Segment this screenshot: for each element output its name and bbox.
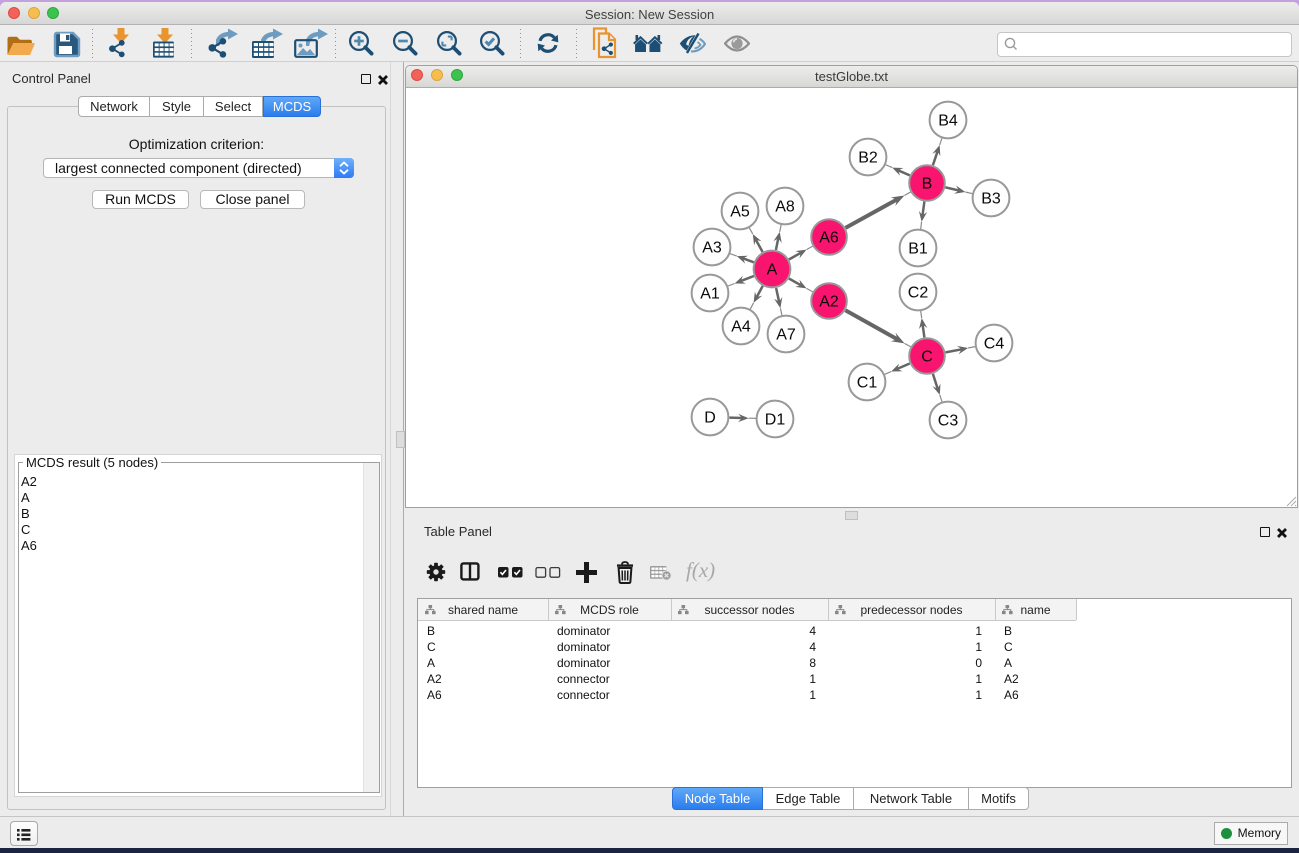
svg-text:A1: A1	[700, 286, 720, 303]
svg-text:C1: C1	[857, 375, 878, 392]
svg-text:B: B	[922, 176, 933, 193]
svg-text:C3: C3	[938, 413, 959, 430]
svg-text:D: D	[704, 410, 716, 427]
svg-text:A: A	[767, 262, 778, 279]
svg-text:C4: C4	[984, 336, 1005, 353]
svg-text:C: C	[921, 349, 933, 366]
svg-text:B3: B3	[981, 191, 1001, 208]
svg-text:B2: B2	[858, 150, 878, 167]
svg-text:B1: B1	[908, 241, 928, 258]
svg-text:A3: A3	[702, 240, 722, 257]
svg-text:D1: D1	[765, 412, 786, 429]
svg-text:A6: A6	[819, 230, 839, 247]
svg-text:A8: A8	[775, 199, 795, 216]
svg-text:A7: A7	[776, 327, 796, 344]
svg-text:A2: A2	[819, 294, 839, 311]
svg-text:C2: C2	[908, 285, 929, 302]
svg-text:B4: B4	[938, 113, 958, 130]
svg-text:A4: A4	[731, 319, 751, 336]
svg-text:A5: A5	[730, 204, 750, 221]
